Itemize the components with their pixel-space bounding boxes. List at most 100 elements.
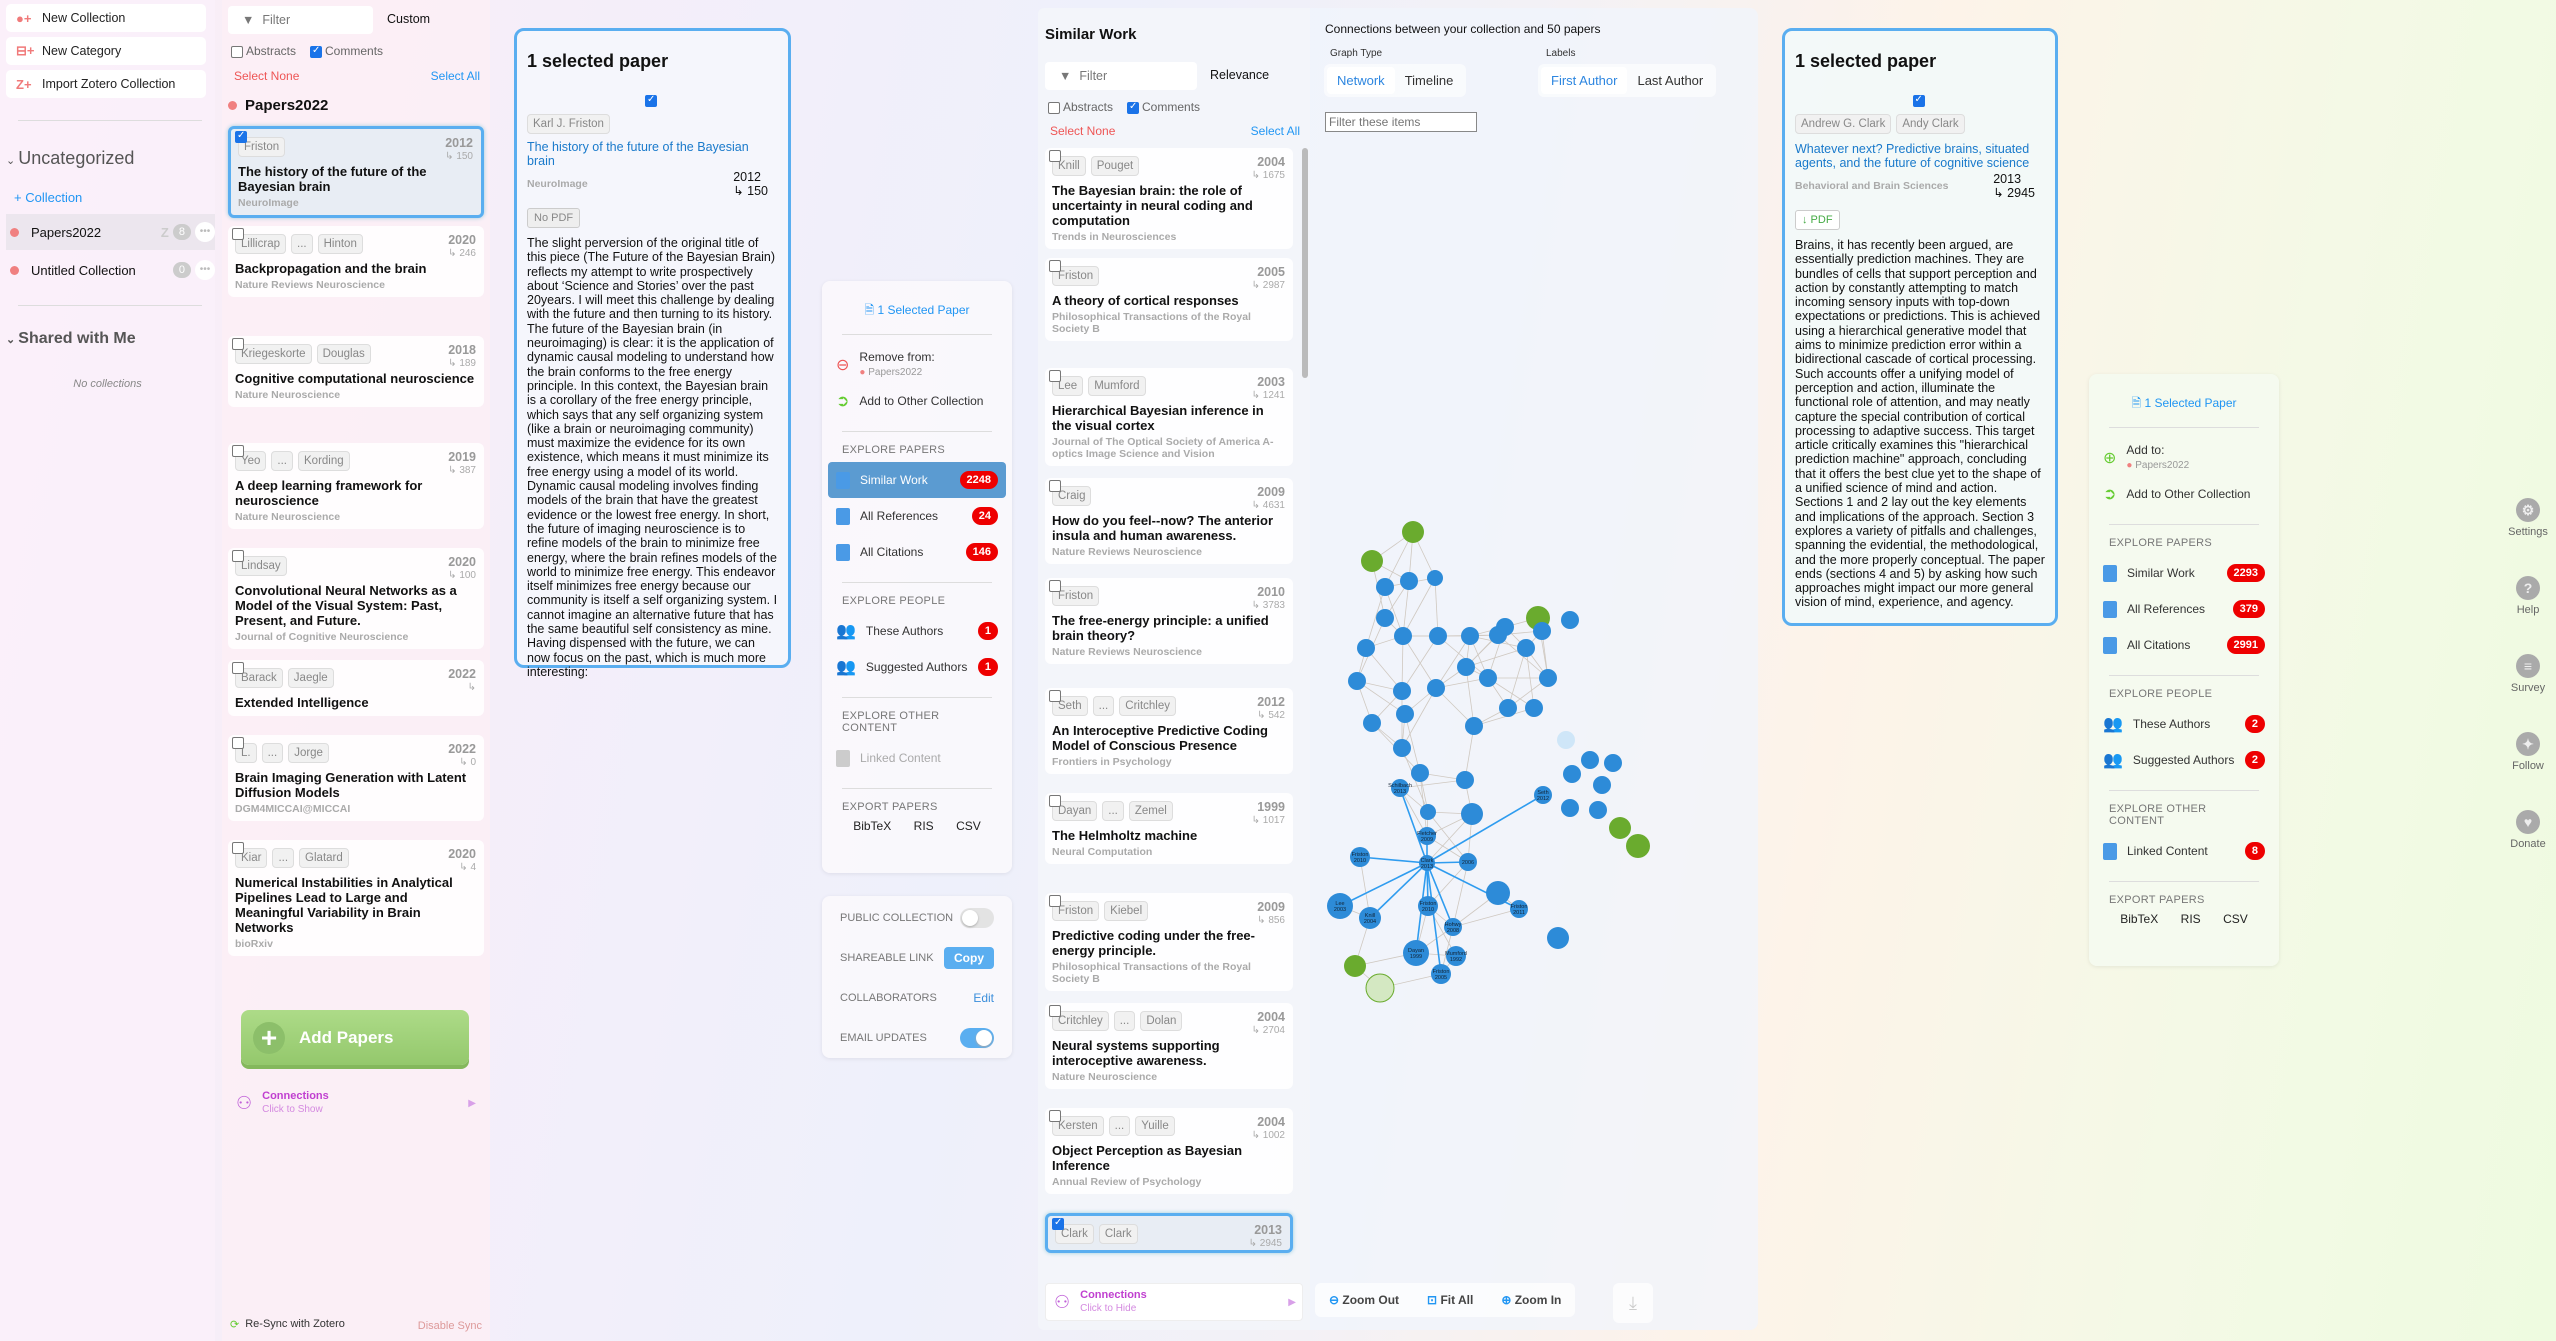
paper-title[interactable]: The Helmholtz machine: [1052, 828, 1286, 843]
paper-checkbox[interactable]: [1049, 370, 1061, 382]
paper-node[interactable]: [1489, 626, 1507, 644]
selected-count-link[interactable]: 🗎 1 Selected Paper: [2089, 394, 2279, 415]
author-chip[interactable]: ...: [271, 451, 293, 471]
comments-checkbox[interactable]: Comments: [1127, 100, 1200, 114]
paper-title[interactable]: The free-energy principle: a unified bra…: [1052, 613, 1286, 643]
author-chip[interactable]: Hinton: [317, 234, 363, 254]
author-chip[interactable]: Kriegeskorte: [235, 344, 312, 364]
paper-checkbox[interactable]: [232, 445, 244, 457]
paper-checkbox[interactable]: [1049, 895, 1061, 907]
paper-node[interactable]: [1539, 669, 1557, 687]
paper-card[interactable]: Knill Pouget 2004 ↳ 1675 The Bayesian brai…: [1045, 148, 1293, 249]
paper-checkbox[interactable]: [1052, 1217, 1064, 1230]
paper-title[interactable]: Backpropagation and the brain: [235, 261, 477, 276]
connections-toggle[interactable]: ⚇ Connections Click to Show ▶: [236, 1090, 476, 1116]
paper-node[interactable]: [1376, 578, 1394, 596]
paper-card[interactable]: Lindsay 2020 ↳ 100 Convolutional Neural N…: [228, 548, 484, 649]
paper-node[interactable]: [1589, 801, 1607, 819]
linked-content-button[interactable]: Linked Content: [822, 740, 1012, 776]
collection-filter-input[interactable]: ▼ Filter: [228, 6, 373, 34]
copy-link-button[interactable]: Copy: [944, 947, 994, 969]
export-ris[interactable]: RIS: [2181, 912, 2201, 926]
paper-node[interactable]: [1456, 771, 1474, 789]
similar-work-button[interactable]: Similar Work 2248: [828, 462, 1006, 498]
select-none-link[interactable]: Select None: [234, 69, 299, 83]
author-chip[interactable]: ...: [1108, 1116, 1131, 1136]
suggested-authors-button[interactable]: 👥 Suggested Authors 2: [2089, 742, 2279, 778]
paper-card[interactable]: ClarkClark 2013↳ 2945: [1045, 1213, 1293, 1253]
paper-node[interactable]: [1411, 764, 1429, 782]
more-options-icon[interactable]: •••: [195, 260, 215, 280]
paper-checkbox[interactable]: [1049, 1110, 1061, 1122]
paper-node[interactable]: [1363, 714, 1381, 732]
paper-title[interactable]: Numerical Instabilities in Analytical Pi…: [235, 875, 477, 935]
all-citations-button[interactable]: All Citations 146: [822, 534, 1012, 570]
author-chip[interactable]: Kiebel: [1104, 901, 1149, 921]
paper-node[interactable]: [1517, 639, 1535, 657]
author-chip[interactable]: Karl J. Friston: [527, 114, 610, 134]
paper-checkbox[interactable]: [1912, 94, 1925, 107]
import-zotero-button[interactable]: Z+ Import Zotero Collection: [6, 70, 206, 98]
select-none-link[interactable]: Select None: [1050, 124, 1115, 138]
paper-checkbox[interactable]: [1049, 480, 1061, 492]
paper-node[interactable]: [1465, 717, 1483, 735]
paper-node[interactable]: [1486, 881, 1510, 905]
paper-title-link[interactable]: Whatever next? Predictive brains, situat…: [1795, 142, 2045, 170]
paper-card[interactable]: Friston 2010 ↳ 3783 The free-energy princ…: [1045, 578, 1293, 664]
paper-node[interactable]: [1547, 927, 1569, 949]
collection-paper-node[interactable]: [1626, 834, 1650, 858]
paper-node[interactable]: [1427, 570, 1443, 586]
collection-item-papers2022[interactable]: Papers2022 Z 8 •••: [6, 214, 215, 250]
paper-node[interactable]: [1427, 679, 1445, 697]
rail-survey[interactable]: ≡ Survey: [2500, 654, 2556, 694]
paper-title[interactable]: Convolutional Neural Networks as a Model…: [235, 583, 477, 628]
paper-title[interactable]: The history of the future of the Bayesia…: [238, 164, 474, 194]
email-updates-toggle[interactable]: [960, 1028, 994, 1048]
paper-node[interactable]: [1561, 611, 1579, 629]
paper-title[interactable]: Object Perception as Bayesian Inference: [1052, 1143, 1286, 1173]
network-tab[interactable]: Network: [1327, 67, 1395, 94]
paper-card[interactable]: Seth... Critchley 2012 ↳ 542 An Interocept…: [1045, 688, 1293, 774]
paper-node[interactable]: [1499, 699, 1517, 717]
rail-follow[interactable]: ✦ Follow: [2500, 732, 2556, 772]
comments-checkbox[interactable]: Comments: [310, 44, 383, 58]
remove-from-collection[interactable]: ⊖ Remove from: ● Papers2022: [822, 347, 1012, 383]
last-author-tab[interactable]: Last Author: [1627, 67, 1713, 94]
add-papers-button[interactable]: + Add Papers: [241, 1010, 469, 1065]
rail-settings[interactable]: ⚙ Settings: [2500, 498, 2556, 538]
paper-checkbox[interactable]: [1049, 690, 1061, 702]
connections-toggle[interactable]: ⚇ Connections Click to Hide ▶: [1045, 1283, 1303, 1321]
paper-checkbox[interactable]: [232, 842, 244, 854]
paper-checkbox[interactable]: [1049, 150, 1061, 162]
zoom-out-button[interactable]: ⊖ Zoom Out: [1329, 1293, 1399, 1307]
paper-card[interactable]: Kersten... Yuille 2004 ↳ 1002 Object Perce…: [1045, 1108, 1293, 1194]
paper-checkbox[interactable]: [232, 228, 244, 240]
paper-checkbox[interactable]: [235, 130, 247, 143]
author-chip[interactable]: Yuille: [1135, 1116, 1175, 1136]
disable-sync-link[interactable]: Disable Sync: [418, 1320, 482, 1332]
fit-all-button[interactable]: ⊡ Fit All: [1427, 1293, 1473, 1307]
paper-card[interactable]: Yeo... Kording 2019 ↳ 387 A deep learning …: [228, 443, 484, 529]
paper-node[interactable]: [1400, 572, 1418, 590]
shared-with-me-header[interactable]: ⌄ Shared with Me: [6, 330, 136, 348]
add-collection-link[interactable]: + Collection: [14, 190, 82, 205]
paper-title[interactable]: Brain Imaging Generation with Latent Dif…: [235, 770, 477, 800]
author-chip[interactable]: Critchley: [1119, 696, 1176, 716]
author-chip[interactable]: Jaegle: [287, 668, 334, 688]
rail-donate[interactable]: ♥ Donate: [2500, 810, 2556, 850]
public-collection-toggle[interactable]: [960, 908, 994, 928]
paper-node[interactable]: [1429, 627, 1447, 645]
new-collection-button[interactable]: ●+ New Collection: [6, 4, 206, 32]
paper-card[interactable]: Friston 2012↳ 150 The history of the fut…: [228, 126, 484, 218]
paper-title[interactable]: The Bayesian brain: the role of uncertai…: [1052, 183, 1286, 228]
paper-node[interactable]: [1357, 639, 1375, 657]
linked-content-button[interactable]: Linked Content 8: [2089, 833, 2279, 869]
paper-card[interactable]: Kriegeskorte Douglas 2018 ↳ 189 Cognitive …: [228, 336, 484, 407]
export-bibtex[interactable]: BibTeX: [2120, 912, 2158, 926]
paper-title[interactable]: A deep learning framework for neuroscien…: [235, 478, 477, 508]
author-chip[interactable]: Zemel: [1128, 801, 1173, 821]
paper-checkbox[interactable]: [1049, 260, 1061, 272]
paper-card[interactable]: L.... Jorge 2022 ↳ 0 Brain Imaging Generat…: [228, 735, 484, 821]
scrollbar-thumb[interactable]: [1302, 148, 1308, 378]
paper-node[interactable]: [1533, 622, 1551, 640]
